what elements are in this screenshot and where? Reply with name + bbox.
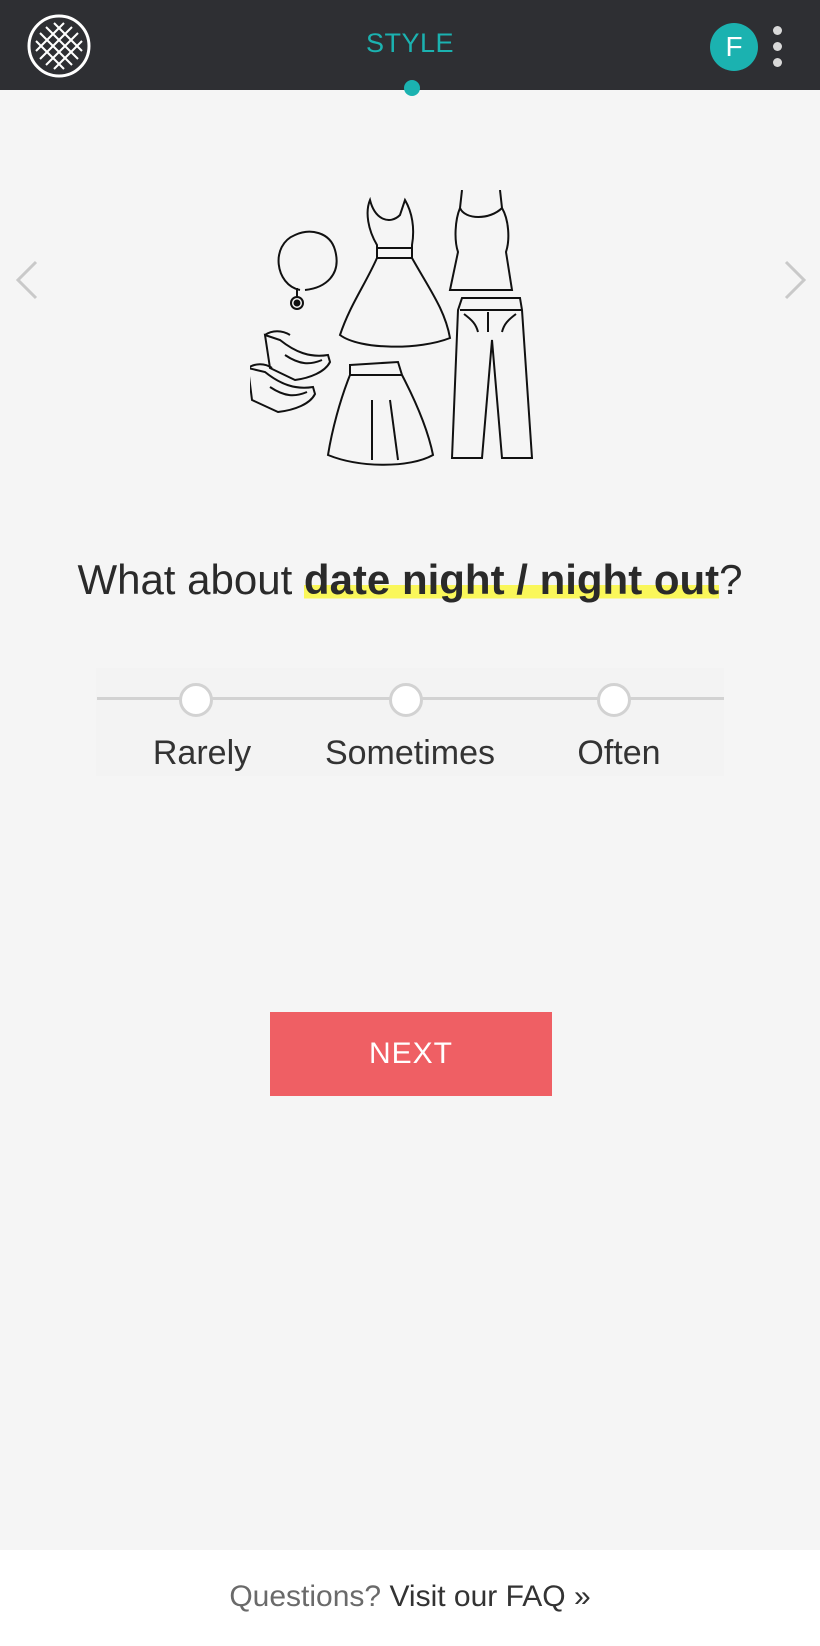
question-prefix: What about <box>77 556 304 603</box>
chevron-left-icon[interactable] <box>12 258 42 302</box>
next-button[interactable]: NEXT <box>270 1012 552 1096</box>
question-suffix: ? <box>719 556 743 603</box>
style-quiz-page: STYLE F What about date night / night ou… <box>0 0 820 1646</box>
necklace-icon <box>277 230 338 310</box>
more-vertical-icon[interactable] <box>766 22 790 70</box>
scale-label-often[interactable]: Often <box>509 734 729 773</box>
app-header: STYLE F <box>0 0 820 96</box>
page-title: STYLE <box>365 28 455 58</box>
faq-link[interactable]: Visit our FAQ » <box>389 1580 590 1613</box>
active-tab-indicator <box>404 80 420 96</box>
question-text: What about date night / night out? <box>0 556 820 604</box>
outfit-illustration <box>250 190 534 466</box>
pants-icon <box>450 297 534 459</box>
scale-label-sometimes[interactable]: Sometimes <box>300 734 520 773</box>
dress-icon <box>338 196 452 348</box>
faq-prompt: Questions? Visit our FAQ » <box>0 1580 820 1614</box>
scale-option-sometimes[interactable] <box>389 683 423 717</box>
scale-option-often[interactable] <box>597 683 631 717</box>
sandals-icon <box>250 330 332 414</box>
footer: Questions? Visit our FAQ » <box>0 1550 820 1646</box>
user-avatar[interactable]: F <box>710 23 758 71</box>
scale-option-rarely[interactable] <box>179 683 213 717</box>
question-highlight: date night / night out <box>303 556 720 603</box>
faq-prefix: Questions? <box>229 1580 390 1613</box>
scale-label-rarely[interactable]: Rarely <box>92 734 312 773</box>
chevron-right-icon[interactable] <box>780 258 810 302</box>
skirt-icon <box>326 360 435 466</box>
tank-top-icon <box>448 190 514 291</box>
